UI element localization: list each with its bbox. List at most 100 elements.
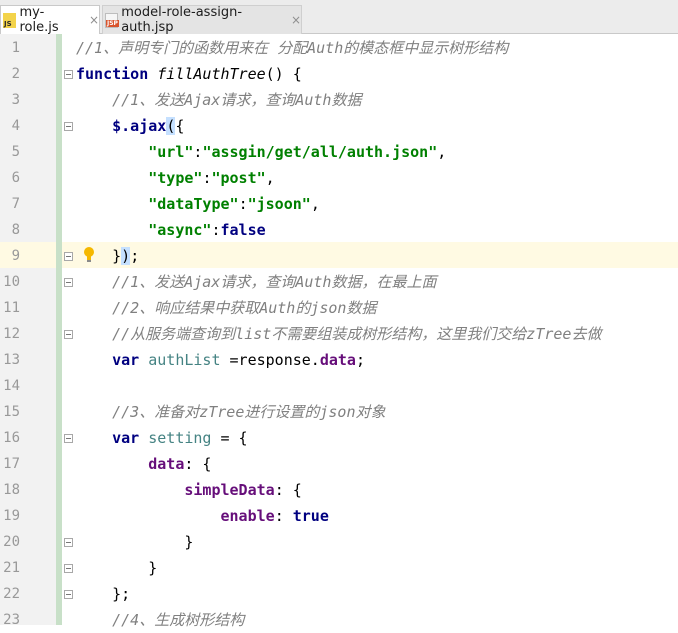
line-number: 19 [3, 508, 20, 524]
code-line: $.ajax({ [76, 113, 184, 139]
string: "jsoon" [247, 195, 311, 213]
line-number: 17 [3, 456, 20, 472]
variable: authList [148, 351, 221, 369]
code-text: }; [112, 585, 131, 603]
string: "type" [148, 169, 203, 187]
line-number: 10 [3, 274, 20, 290]
code-line: //1、发送Ajax请求，查询Auth数据 [76, 87, 361, 113]
line-number: 5 [11, 144, 20, 160]
fold-marker[interactable] [64, 330, 73, 339]
function-name: fillAuthTree [157, 65, 266, 83]
fold-marker[interactable] [64, 70, 73, 79]
close-icon[interactable]: × [291, 13, 301, 27]
line-number: 12 [3, 326, 20, 342]
code-comment: //1、发送Ajax请求，查询Auth数据 [112, 91, 362, 109]
line-number: 8 [11, 222, 20, 238]
fold-marker[interactable] [64, 434, 73, 443]
tab-label: my-role.js [19, 5, 59, 35]
keyword: false [220, 221, 266, 239]
line-number: 9 [11, 248, 20, 264]
tab-label: model-role-assign-auth.jsp [121, 5, 243, 35]
js-file-icon [3, 12, 17, 28]
code-text: : [274, 507, 293, 525]
code-comment: //从服务端查询到list不需要组装成树形结构，这里我们交给zTree去做 [112, 325, 602, 343]
code-line: //2、响应结果中获取Auth的json数据 [76, 295, 376, 321]
line-number: 23 [3, 612, 20, 628]
code-line: //1、发送Ajax请求，查询Auth数据，在最上面 [76, 269, 436, 295]
tab-my-role-js[interactable]: my-role.js × [0, 5, 100, 35]
code-text: ; [130, 247, 140, 265]
code-text: = { [211, 429, 248, 447]
code-text: } [148, 559, 158, 577]
variable: setting [148, 429, 212, 447]
code-text: , [310, 195, 320, 213]
code-line: "url":"assgin/get/all/auth.json", [76, 139, 446, 165]
line-number: 20 [3, 534, 20, 550]
code-text: , [437, 143, 447, 161]
property: data [148, 455, 185, 473]
line-number: 21 [3, 560, 20, 576]
fold-marker[interactable] [64, 122, 73, 131]
string: "post" [211, 169, 266, 187]
code-line: //4、生成树形结构 [76, 607, 244, 633]
code-comment: //2、响应结果中获取Auth的json数据 [112, 299, 377, 317]
line-number: 13 [3, 352, 20, 368]
line-number: 3 [11, 92, 20, 108]
string: "async" [148, 221, 212, 239]
code-line: } [76, 555, 157, 581]
code-text: $.ajax [112, 117, 167, 135]
code-line: enable: true [76, 503, 329, 529]
matched-bracket: ( [166, 117, 176, 135]
code-text: () { [265, 65, 302, 83]
code-line: //1、声明专门的函数用来在 分配Auth的模态框中显示树形结构 [76, 39, 509, 57]
code-line: "type":"post", [76, 165, 275, 191]
keyword: var [112, 351, 140, 369]
line-number: 6 [11, 170, 20, 186]
code-line: data: { [76, 451, 211, 477]
line-number: 15 [3, 404, 20, 420]
keyword: var [112, 429, 140, 447]
fold-marker[interactable] [64, 538, 73, 547]
fold-marker[interactable] [64, 252, 73, 261]
fold-marker[interactable] [64, 278, 73, 287]
fold-marker[interactable] [64, 590, 73, 599]
tab-model-role-assign-auth-jsp[interactable]: model-role-assign-auth.jsp × [102, 5, 302, 35]
jsp-file-icon [105, 12, 120, 28]
line-number: 18 [3, 482, 20, 498]
code-line: } [76, 529, 193, 555]
code-line: var authList =response.data; [76, 347, 365, 373]
code-line: }; [76, 581, 130, 607]
line-number: 22 [3, 586, 20, 602]
code-line: "dataType":"jsoon", [76, 191, 320, 217]
keyword: true [292, 507, 329, 525]
code-line: simpleData: { [76, 477, 302, 503]
code-line: "async":false [76, 217, 266, 243]
code-text: : [211, 221, 221, 239]
keyword: function [76, 65, 149, 83]
line-number: 2 [11, 66, 20, 82]
string: "url" [148, 143, 194, 161]
property: enable [220, 507, 275, 525]
code-text: =response. [220, 351, 320, 369]
fold-marker[interactable] [64, 564, 73, 573]
string: "dataType" [148, 195, 239, 213]
code-text: , [265, 169, 275, 187]
property: simpleData [184, 481, 275, 499]
close-icon[interactable]: × [89, 13, 99, 27]
code-text: : { [274, 481, 302, 499]
line-number: 14 [3, 378, 20, 394]
code-line: function fillAuthTree() { [76, 61, 302, 87]
code-line: var setting = { [76, 425, 248, 451]
matched-bracket: ) [121, 247, 131, 265]
code-line: }); [76, 243, 139, 269]
code-text: { [175, 117, 185, 135]
code-comment: //4、生成树形结构 [112, 611, 245, 629]
code-text: } [112, 247, 122, 265]
line-number: 16 [3, 430, 20, 446]
code-text: : [238, 195, 248, 213]
line-number: 1 [11, 40, 20, 56]
code-text: ; [355, 351, 365, 369]
code-line: //3、准备对zTree进行设置的json对象 [76, 399, 385, 425]
code-line: //从服务端查询到list不需要组装成树形结构，这里我们交给zTree去做 [76, 321, 601, 347]
vcs-change-marker [56, 34, 62, 625]
